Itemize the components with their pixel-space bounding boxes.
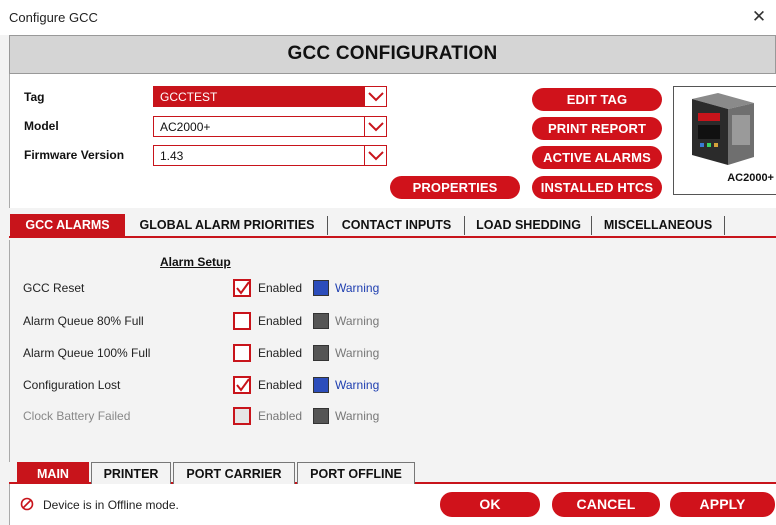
warning-label: Warning [335, 281, 380, 295]
tab-divider [327, 216, 328, 235]
main-tabs: GCC ALARMS GLOBAL ALARM PRIORITIES CONTA… [9, 208, 776, 238]
firmware-label: Firmware Version [24, 148, 125, 162]
warning-color-swatch [313, 408, 329, 424]
enabled-checkbox[interactable] [233, 376, 251, 394]
cancel-button[interactable]: CANCEL [552, 492, 660, 517]
chevron-down-icon[interactable] [364, 87, 386, 106]
tab-divider [464, 216, 465, 235]
enabled-checkbox[interactable] [233, 344, 251, 362]
warning-color-swatch[interactable] [313, 377, 329, 393]
chevron-down-icon[interactable] [364, 117, 386, 136]
tab-load-shedding[interactable]: LOAD SHEDDING [466, 214, 591, 236]
device-picture [692, 93, 754, 165]
tab-port-offline[interactable]: PORT OFFLINE [297, 462, 415, 484]
tag-dropdown[interactable]: GCCTEST [153, 86, 387, 107]
installed-htcs-button[interactable]: INSTALLED HTCS [532, 176, 662, 199]
checkmark-icon [236, 378, 250, 392]
warning-color-swatch[interactable] [313, 345, 329, 361]
enabled-label: Enabled [258, 346, 303, 360]
edit-tag-button[interactable]: EDIT TAG [532, 88, 662, 111]
warning-label: Warning [335, 378, 380, 392]
warning-label: Warning [335, 409, 380, 423]
device-label: AC2000+ [727, 172, 774, 184]
tab-contact-inputs[interactable]: CONTACT INPUTS [329, 214, 464, 236]
tag-value: GCCTEST [160, 90, 218, 104]
banner-title: GCC CONFIGURATION [287, 43, 498, 64]
firmware-dropdown[interactable]: 1.43 [153, 145, 387, 166]
alarm-row-label: GCC Reset [23, 281, 85, 295]
tab-main[interactable]: MAIN [17, 462, 89, 484]
enabled-label: Enabled [258, 314, 303, 328]
no-entry-icon [20, 497, 34, 516]
warning-label: Warning [335, 346, 380, 360]
tab-divider [724, 216, 725, 235]
model-value: AC2000+ [160, 120, 211, 134]
warning-label: Warning [335, 314, 380, 328]
status-text: Device is in Offline mode. [43, 498, 179, 512]
alarm-setup-heading: Alarm Setup [160, 255, 231, 269]
enabled-checkbox [233, 407, 251, 425]
header-panel: Tag Model Firmware Version GCCTEST AC200… [9, 74, 776, 208]
chevron-down-icon[interactable] [364, 146, 386, 165]
ok-button[interactable]: OK [440, 492, 540, 517]
properties-button[interactable]: PROPERTIES [390, 176, 520, 199]
warning-color-swatch[interactable] [313, 313, 329, 329]
model-dropdown[interactable]: AC2000+ [153, 116, 387, 137]
tab-miscellaneous[interactable]: MISCELLANEOUS [593, 214, 723, 236]
alarm-row-label: Clock Battery Failed [23, 409, 131, 423]
status-bar: Device is in Offline mode. OK CANCEL APP… [9, 484, 776, 525]
tag-label: Tag [24, 90, 45, 104]
alarm-row-label: Configuration Lost [23, 378, 121, 392]
close-icon[interactable]: ✕ [748, 7, 770, 27]
print-report-button[interactable]: PRINT REPORT [532, 117, 662, 140]
checkmark-icon [236, 281, 250, 295]
active-alarms-button[interactable]: ACTIVE ALARMS [532, 146, 662, 169]
title-bar: Configure GCC ✕ [0, 0, 776, 35]
window-title: Configure GCC [9, 10, 98, 25]
config-banner: GCC CONFIGURATION [9, 35, 776, 74]
enabled-checkbox[interactable] [233, 279, 251, 297]
tab-divider [591, 216, 592, 235]
tab-printer[interactable]: PRINTER [91, 462, 171, 484]
bottom-tabs: MAIN PRINTER PORT CARRIER PORT OFFLINE [9, 462, 776, 484]
alarm-row-label: Alarm Queue 80% Full [23, 314, 144, 328]
tab-gcc-alarms[interactable]: GCC ALARMS [10, 214, 125, 236]
tab-global-alarm-priorities[interactable]: GLOBAL ALARM PRIORITIES [127, 214, 327, 236]
model-label: Model [24, 119, 59, 133]
enabled-label: Enabled [258, 378, 303, 392]
firmware-value: 1.43 [160, 149, 184, 163]
warning-color-swatch[interactable] [313, 280, 329, 296]
enabled-label: Enabled [258, 409, 303, 423]
device-image: AC2000+ [673, 86, 776, 195]
configure-gcc-window: Configure GCC ✕ GCC CONFIGURATION Tag Mo… [0, 0, 776, 525]
enabled-label: Enabled [258, 281, 303, 295]
enabled-checkbox[interactable] [233, 312, 251, 330]
alarm-setup-panel: Alarm Setup GCC Reset Enabled Warning Al… [9, 240, 776, 462]
apply-button[interactable]: APPLY [670, 492, 775, 517]
tab-port-carrier[interactable]: PORT CARRIER [173, 462, 295, 484]
alarm-row-label: Alarm Queue 100% Full [23, 346, 151, 360]
